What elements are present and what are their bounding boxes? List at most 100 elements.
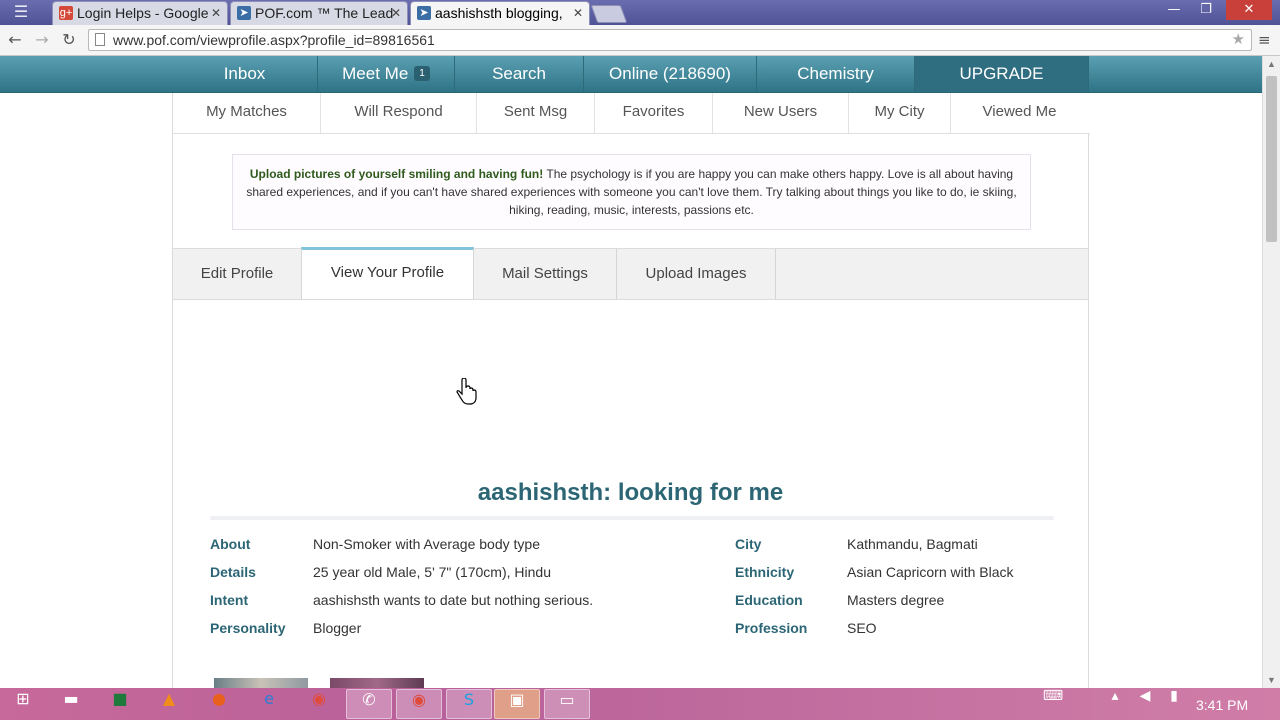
tab-title: aashishsth blogging, bbox=[435, 5, 563, 21]
close-icon[interactable]: ✕ bbox=[573, 2, 583, 24]
hand-cursor-icon bbox=[456, 378, 477, 405]
viber-icon[interactable]: ✆ bbox=[346, 689, 392, 719]
sub-navigation: My Matches Will Respond Sent Msg Favorit… bbox=[173, 93, 1090, 134]
browser-tab-strip: ☰ g+ Login Helps - Google ✕ ➤ POF.com ™ … bbox=[0, 0, 1280, 25]
window-close-button[interactable]: ✕ bbox=[1226, 0, 1272, 20]
nav-label: UPGRADE bbox=[959, 64, 1044, 83]
detail-value: 25 year old Male, 5' 7" (170cm), Hindu bbox=[313, 564, 551, 580]
nav-online[interactable]: Online (218690) bbox=[584, 56, 757, 92]
browser-tab-2[interactable]: ➤ POF.com ™ The Lead ✕ bbox=[230, 1, 408, 25]
reload-icon[interactable]: ↻ bbox=[58, 29, 80, 51]
notification-badge: 1 bbox=[414, 66, 430, 81]
subnav-viewed-me[interactable]: Viewed Me bbox=[951, 93, 1088, 133]
nav-label: Inbox bbox=[223, 64, 266, 83]
tab-mail-settings[interactable]: Mail Settings bbox=[474, 249, 617, 300]
browser-tab-3-active[interactable]: ➤ aashishsth blogging, ✕ bbox=[410, 1, 590, 25]
internet-explorer-icon[interactable]: e bbox=[246, 689, 292, 719]
profile-photo-thumbnail[interactable] bbox=[330, 678, 424, 688]
volume-icon[interactable]: ◀ bbox=[1134, 688, 1156, 720]
detail-label: Profession bbox=[735, 620, 808, 636]
profile-heading: aashishsth: looking for me bbox=[477, 479, 784, 506]
firefox-icon[interactable]: ● bbox=[196, 689, 242, 719]
detail-value: Asian Capricorn with Black bbox=[847, 564, 1014, 580]
pof-fish-icon: ➤ bbox=[417, 6, 431, 20]
detail-label: Ethnicity bbox=[735, 564, 795, 580]
tab-view-your-profile[interactable]: View Your Profile bbox=[301, 247, 474, 299]
detail-row-intent: Intent aashishsth wants to date but nothi… bbox=[210, 591, 690, 619]
nav-inbox[interactable]: Inbox bbox=[172, 56, 318, 92]
nav-label: Chemistry bbox=[797, 64, 874, 83]
page-viewport: Inbox Meet Me 1 Search Online (218690) Ch… bbox=[0, 56, 1262, 688]
tip-headline: Upload pictures of yourself smiling and … bbox=[249, 167, 544, 181]
detail-value: Blogger bbox=[313, 620, 362, 636]
detail-value: Masters degree bbox=[847, 592, 945, 608]
subnav-new-users[interactable]: New Users bbox=[713, 93, 849, 133]
window-app-icon[interactable]: ▣ bbox=[494, 689, 540, 719]
profile-photo-thumbnail[interactable] bbox=[214, 678, 308, 688]
tab-title: POF.com ™ The Lead bbox=[255, 5, 394, 21]
detail-row-ethnicity: Ethnicity Asian Capricorn with Black bbox=[735, 563, 1075, 591]
detail-label: About bbox=[210, 536, 251, 552]
subnav-favorites[interactable]: Favorites bbox=[595, 93, 713, 133]
bookmark-star-icon[interactable]: ★ bbox=[1232, 30, 1245, 50]
detail-label: Details bbox=[210, 564, 256, 580]
chrome-menu-icon[interactable]: ≡ bbox=[1258, 31, 1274, 49]
detail-value: aashishsth wants to date but nothing ser… bbox=[313, 592, 594, 608]
detail-label: Intent bbox=[210, 592, 249, 608]
nav-meet-me[interactable]: Meet Me 1 bbox=[318, 56, 455, 92]
address-bar[interactable]: www.pof.com/viewprofile.aspx?profile_id=… bbox=[88, 29, 1252, 51]
tab-title: Login Helps - Google bbox=[77, 5, 209, 21]
nav-chemistry[interactable]: Chemistry bbox=[757, 56, 915, 92]
detail-row-personality: Personality Blogger bbox=[210, 619, 690, 647]
subnav-my-matches[interactable]: My Matches bbox=[173, 93, 321, 133]
tab-upload-images[interactable]: Upload Images bbox=[617, 249, 776, 300]
details-right-column: City Kathmandu, Bagmati Ethnicity Asian Ca… bbox=[735, 535, 1075, 647]
chrome-icon[interactable]: ◉ bbox=[296, 689, 342, 719]
system-clock[interactable]: 3:41 PM bbox=[1196, 688, 1248, 720]
scroll-thumb[interactable] bbox=[1266, 76, 1277, 242]
subnav-my-city[interactable]: My City bbox=[849, 93, 951, 133]
browser-toolbar: ← → ↻ www.pof.com/viewprofile.aspx?profi… bbox=[0, 25, 1280, 56]
detail-value: Kathmandu, Bagmati bbox=[847, 536, 978, 552]
file-explorer-icon[interactable]: ▬ bbox=[48, 689, 94, 719]
scroll-down-arrow-icon[interactable]: ▼ bbox=[1263, 672, 1280, 688]
excel-icon[interactable]: ■ bbox=[97, 689, 143, 719]
tab-edit-profile[interactable]: Edit Profile bbox=[173, 249, 302, 300]
detail-row-profession: Profession SEO bbox=[735, 619, 1075, 647]
battery-icon[interactable]: ▮ bbox=[1164, 688, 1184, 720]
profile-tabs: Edit Profile View Your Profile Mail Sett… bbox=[173, 247, 1088, 300]
detail-row-about: About Non-Smoker with Average body type bbox=[210, 535, 690, 563]
back-arrow-icon[interactable]: ← bbox=[4, 29, 26, 51]
maximize-button[interactable]: ❐ bbox=[1192, 0, 1220, 20]
detail-row-details: Details 25 year old Male, 5' 7" (170cm), … bbox=[210, 563, 690, 591]
keyboard-icon[interactable]: ⌨ bbox=[1040, 688, 1066, 720]
photo-tip-box: Upload pictures of yourself smiling and … bbox=[232, 154, 1031, 230]
details-left-column: About Non-Smoker with Average body type D… bbox=[210, 535, 690, 647]
detail-label: City bbox=[735, 536, 762, 552]
browser-tab-1[interactable]: g+ Login Helps - Google ✕ bbox=[52, 1, 228, 25]
chrome-icon[interactable]: ◉ bbox=[396, 689, 442, 719]
nav-upgrade[interactable]: UPGRADE bbox=[915, 56, 1089, 92]
profile-content-panel: My Matches Will Respond Sent Msg Favorit… bbox=[172, 93, 1090, 688]
main-navigation-bar: Inbox Meet Me 1 Search Online (218690) Ch… bbox=[0, 56, 1262, 93]
vlc-icon[interactable]: ▲ bbox=[146, 689, 192, 719]
close-icon[interactable]: ✕ bbox=[391, 2, 401, 24]
windows-taskbar: ⊞ ▬ ■ ▲ ● e ◉ ✆ ◉ S ▣ ▭ ⌨ ▴ ◀ ▮ 3:41 PM bbox=[0, 688, 1280, 720]
new-tab-button[interactable] bbox=[590, 5, 628, 23]
incognito-icon[interactable]: ☰ bbox=[6, 3, 36, 21]
start-icon[interactable]: ⊞ bbox=[0, 689, 46, 719]
nav-search[interactable]: Search bbox=[455, 56, 584, 92]
close-icon[interactable]: ✕ bbox=[211, 2, 221, 24]
subnav-will-respond[interactable]: Will Respond bbox=[321, 93, 477, 133]
skype-icon[interactable]: S bbox=[446, 689, 492, 719]
window-app-icon[interactable]: ▭ bbox=[544, 689, 590, 719]
detail-label: Education bbox=[735, 592, 803, 608]
network-signal-icon[interactable]: ▴ bbox=[1104, 688, 1126, 720]
scroll-up-arrow-icon[interactable]: ▲ bbox=[1263, 56, 1280, 72]
subnav-sent-msg[interactable]: Sent Msg bbox=[477, 93, 595, 133]
nav-label: Meet Me bbox=[342, 64, 409, 83]
url-text[interactable]: www.pof.com/viewprofile.aspx?profile_id=… bbox=[113, 30, 435, 50]
minimize-button[interactable]: — bbox=[1160, 0, 1188, 20]
forward-arrow-icon[interactable]: → bbox=[31, 29, 53, 51]
page-scrollbar[interactable]: ▲ ▼ bbox=[1262, 56, 1280, 688]
